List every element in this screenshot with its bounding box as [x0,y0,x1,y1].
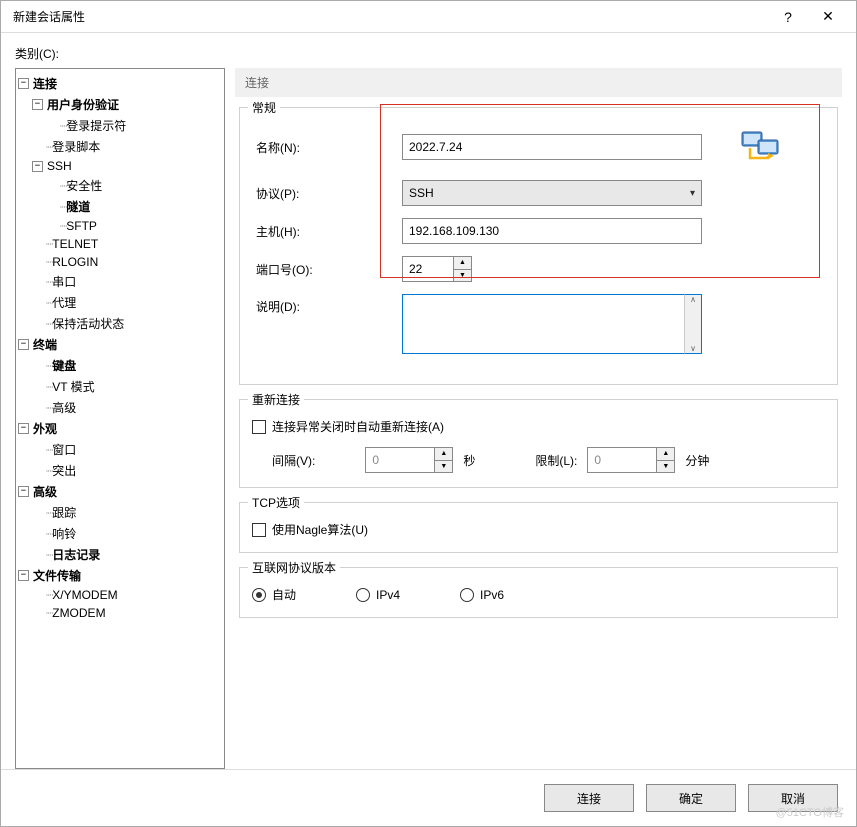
tree-keyboard[interactable]: 键盘 [52,357,76,374]
ok-button[interactable]: 确定 [646,784,736,812]
spinner-down-icon[interactable]: ▼ [657,461,674,473]
tree-xymodem[interactable]: X/YMODEM [52,588,117,602]
general-legend: 常规 [248,99,280,116]
computers-icon [740,126,788,168]
collapse-icon[interactable]: − [32,99,43,110]
tree-serial[interactable]: 串口 [52,273,76,290]
tree-login-prompt[interactable]: 登录提示符 [66,117,126,134]
general-fieldset: 常规 名称(N): [239,107,838,385]
tree-advanced[interactable]: 高级 [33,483,57,500]
port-label: 端口号(O): [252,261,402,278]
tree-logging[interactable]: 日志记录 [52,546,100,563]
tree-keepalive[interactable]: 保持活动状态 [52,315,124,332]
tcp-fieldset: TCP选项 使用Nagle算法(U) [239,502,838,553]
port-spinner[interactable]: 22 ▲▼ [402,256,472,282]
protocol-label: 协议(P): [252,185,402,202]
spinner-up-icon[interactable]: ▲ [454,257,471,270]
button-bar: 连接 确定 取消 @51CTO博客 [1,769,856,826]
ipversion-legend: 互联网协议版本 [248,559,340,576]
tree-login-script[interactable]: 登录脚本 [52,138,100,155]
reconnect-fieldset: 重新连接 连接异常关闭时自动重新连接(A) 间隔(V): 0 ▲▼ 秒 [239,399,838,488]
collapse-icon[interactable]: − [32,161,43,172]
reconnect-legend: 重新连接 [248,391,304,408]
interval-unit: 秒 [463,452,475,469]
tree-connection[interactable]: 连接 [33,75,57,92]
nagle-checkbox[interactable] [252,523,266,537]
tree-security[interactable]: 安全性 [66,177,102,194]
tree-terminal[interactable]: 终端 [33,336,57,353]
radio-ipv6[interactable]: IPv6 [460,588,504,602]
spinner-up-icon[interactable]: ▲ [657,448,674,461]
tree-popup[interactable]: 突出 [52,462,76,479]
tree-zmodem[interactable]: ZMODEM [52,606,105,620]
limit-unit: 分钟 [685,452,709,469]
name-label: 名称(N): [252,139,402,156]
spinner-down-icon[interactable]: ▼ [435,461,452,473]
description-label: 说明(D): [252,294,402,315]
tree-advanced-term[interactable]: 高级 [52,399,76,416]
collapse-icon[interactable]: − [18,339,29,350]
collapse-icon[interactable]: − [18,78,29,89]
ipversion-fieldset: 互联网协议版本 自动 IPv4 IPv6 [239,567,838,618]
chevron-down-icon: ▾ [690,188,695,199]
radio-auto[interactable]: 自动 [252,586,296,603]
tree-rlogin[interactable]: RLOGIN [52,255,98,269]
tree-telnet[interactable]: TELNET [52,237,98,251]
spinner-down-icon[interactable]: ▼ [454,270,471,282]
name-input[interactable] [402,134,702,160]
collapse-icon[interactable]: − [18,570,29,581]
tree-sftp[interactable]: SFTP [66,219,97,233]
window-title: 新建会话属性 [9,8,768,25]
description-textarea[interactable] [402,294,684,354]
watermark: @51CTO博客 [776,804,844,820]
spinner-up-icon[interactable]: ▲ [435,448,452,461]
collapse-icon[interactable]: − [18,486,29,497]
limit-label: 限制(L): [535,452,577,469]
limit-spinner[interactable]: 0 ▲▼ [587,447,675,473]
tree-ssh[interactable]: SSH [47,159,72,173]
titlebar: 新建会话属性 ? ✕ [1,1,856,33]
auto-reconnect-checkbox[interactable] [252,420,266,434]
nagle-label: 使用Nagle算法(U) [272,521,368,538]
interval-spinner[interactable]: 0 ▲▼ [365,447,453,473]
close-button[interactable]: ✕ [808,1,848,33]
help-button[interactable]: ? [768,1,808,33]
category-label: 类别(C): [15,45,842,62]
connect-button[interactable]: 连接 [544,784,634,812]
auto-reconnect-label: 连接异常关闭时自动重新连接(A) [272,418,444,435]
tree-filetransfer[interactable]: 文件传输 [33,567,81,584]
tree-window[interactable]: 窗口 [52,441,76,458]
protocol-select[interactable]: SSH ▾ [402,180,702,206]
radio-ipv4[interactable]: IPv4 [356,588,400,602]
tree-vtmode[interactable]: VT 模式 [52,378,94,395]
tree-bell[interactable]: 响铃 [52,525,76,542]
scrollbar[interactable]: ∧∨ [684,294,702,354]
tcp-legend: TCP选项 [248,494,304,511]
tree-tunnel[interactable]: 隧道 [66,198,90,215]
category-tree[interactable]: −连接 −用户身份验证 ┈登录提示符 ┈登录脚本 −SSH ┈安全性 ┈隧道 ┈… [15,68,225,769]
section-header: 连接 [235,68,842,97]
collapse-icon[interactable]: − [18,423,29,434]
tree-userauth[interactable]: 用户身份验证 [47,96,119,113]
interval-label: 间隔(V): [272,452,315,469]
host-input[interactable] [402,218,702,244]
tree-trace[interactable]: 跟踪 [52,504,76,521]
tree-proxy[interactable]: 代理 [52,294,76,311]
host-label: 主机(H): [252,223,402,240]
tree-appearance[interactable]: 外观 [33,420,57,437]
